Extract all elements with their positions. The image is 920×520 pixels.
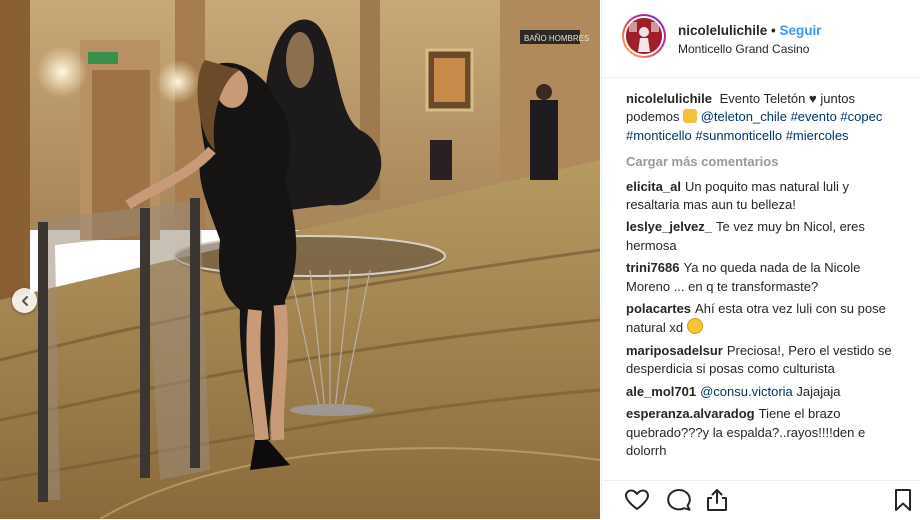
comment-item: ale_mol701 @consu.victoria Jajajaja <box>626 383 906 401</box>
username-link[interactable]: nicolelulichile <box>678 23 767 38</box>
comment-username[interactable]: trini7686 <box>626 260 679 275</box>
save-button[interactable] <box>890 487 916 513</box>
location-link[interactable]: Monticello Grand Casino <box>678 42 809 56</box>
comment-username[interactable]: esperanza.alvaradog <box>626 406 755 421</box>
comment-username[interactable]: leslye_jelvez_ <box>626 219 712 234</box>
comment-item: leslye_jelvez_ Te vez muy bn Nicol, eres … <box>626 218 906 255</box>
comment-button[interactable] <box>666 487 692 513</box>
header-line: nicolelulichile • Seguir <box>678 23 822 38</box>
post-side-panel: nicolelulichile • Seguir Monticello Gran… <box>601 0 920 519</box>
comment-icon <box>667 489 691 511</box>
separator-dot: • <box>771 23 776 38</box>
rolling-laughing-emoji-icon <box>686 318 703 335</box>
caption-mention[interactable]: @teleton_chile <box>701 109 787 124</box>
share-button[interactable] <box>704 487 730 513</box>
comment-item: trini7686 Ya no queda nada de la Nicole M… <box>626 259 906 296</box>
flexed-biceps-emoji-icon <box>683 109 698 124</box>
restroom-sign: BAÑO HOMBRES <box>524 34 589 43</box>
load-more-comments-button[interactable]: Cargar más comentarios <box>626 153 906 171</box>
follow-button[interactable]: Seguir <box>780 23 822 38</box>
photo-scene: BAÑO HOMBRES <box>0 0 600 519</box>
comment-item: elicita_al Un poquito mas natural luli y … <box>626 178 906 215</box>
comment-username[interactable]: ale_mol701 <box>626 384 696 399</box>
post-header: nicolelulichile • Seguir Monticello Gran… <box>602 0 920 78</box>
share-icon <box>707 489 727 511</box>
comments-list[interactable]: nicolelulichile Evento Teletón ♥ juntos … <box>626 90 906 480</box>
caption: nicolelulichile Evento Teletón ♥ juntos … <box>626 90 906 145</box>
caption-username[interactable]: nicolelulichile <box>626 91 712 106</box>
comment-text: Jajajaja <box>796 383 841 399</box>
bookmark-icon <box>895 489 911 511</box>
comment-item: esperanza.alvaradog Tiene el brazo quebra… <box>626 405 906 460</box>
post-photo[interactable]: BAÑO HOMBRES <box>0 0 600 519</box>
chevron-left-icon <box>21 295 28 306</box>
heart-emoji-icon: ♥ <box>809 91 817 106</box>
like-button[interactable] <box>624 487 650 513</box>
avatar[interactable] <box>622 14 666 58</box>
comment-username[interactable]: polacartes <box>626 301 691 316</box>
previous-photo-button[interactable] <box>12 288 37 313</box>
comment-username[interactable]: mariposadelsur <box>626 343 723 358</box>
instagram-post: BAÑO HOMBRES nicolelulichile • Seguir Mo… <box>0 0 920 519</box>
caption-text-1: Evento Teletón <box>719 91 806 106</box>
heart-icon <box>625 489 649 510</box>
comment-item: polacartes Ahí esta otra vez luli con su … <box>626 300 906 338</box>
comment-username[interactable]: elicita_al <box>626 179 681 194</box>
action-bar <box>602 480 920 520</box>
avatar-image <box>626 18 662 54</box>
comment-item: mariposadelsur Preciosa!, Pero el vestido… <box>626 342 906 379</box>
comment-mention[interactable]: @consu.victoria <box>700 384 793 399</box>
